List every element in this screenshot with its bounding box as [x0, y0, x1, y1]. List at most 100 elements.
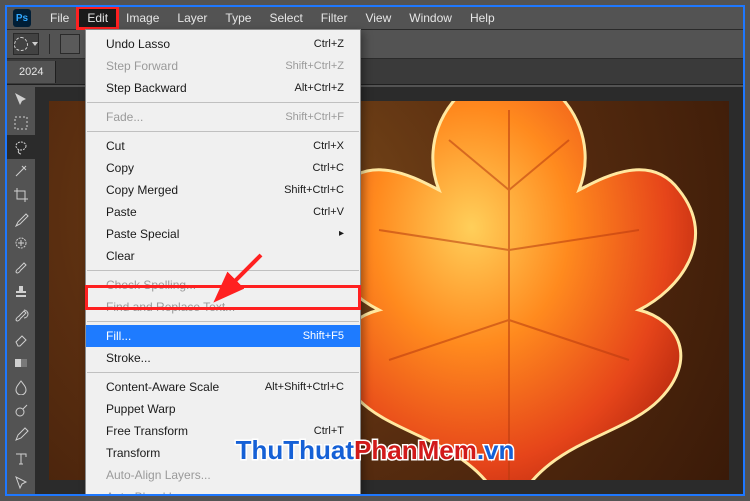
menu-item-shortcut: Shift+Ctrl+Z: [285, 58, 344, 74]
menu-separator: [87, 102, 359, 103]
menu-item-fill[interactable]: Fill...Shift+F5: [86, 325, 360, 347]
menu-file[interactable]: File: [41, 8, 78, 28]
menu-item-label: Content-Aware Scale: [106, 379, 219, 395]
menu-item-content-aware-scale[interactable]: Content-Aware Scale Alt+Shift+Ctrl+C: [86, 376, 360, 398]
document-tab[interactable]: 2024: [7, 61, 56, 83]
brush-icon: [13, 259, 29, 275]
menu-item-shortcut: Alt+Ctrl+Z: [294, 80, 344, 96]
menu-item-label: Clear: [106, 248, 135, 264]
menu-item-find-and-replace-text: Find and Replace Text...: [86, 296, 360, 318]
wand-icon: [13, 163, 29, 179]
menu-item-label: Undo Lasso: [106, 36, 170, 52]
tool-crop[interactable]: [7, 183, 35, 207]
menu-separator: [87, 372, 359, 373]
menu-item-label: Auto-Align Layers...: [106, 467, 211, 483]
lasso-icon: [13, 139, 29, 155]
tool-type[interactable]: [7, 447, 35, 471]
tool-gradient[interactable]: [7, 351, 35, 375]
tool-lasso[interactable]: [7, 135, 35, 159]
menu-item-cut[interactable]: Cut Ctrl+X: [86, 135, 360, 157]
tool-marquee[interactable]: [7, 111, 35, 135]
eraser-icon: [13, 331, 29, 347]
menu-item-shortcut: Ctrl+X: [313, 138, 344, 154]
menu-filter[interactable]: Filter: [312, 8, 357, 28]
menu-help[interactable]: Help: [461, 8, 504, 28]
eyedropper-icon: [13, 211, 29, 227]
menu-item-label: Find and Replace Text...: [106, 299, 235, 315]
tool-eyedropper[interactable]: [7, 207, 35, 231]
move-icon: [13, 91, 29, 107]
tool-dodge[interactable]: [7, 399, 35, 423]
tools-panel: [7, 87, 35, 496]
type-icon: [13, 451, 29, 467]
menu-item-shortcut: Ctrl+V: [313, 204, 344, 220]
tool-stamp[interactable]: [7, 279, 35, 303]
selection-mode-new[interactable]: [60, 34, 80, 54]
tool-wand[interactable]: [7, 159, 35, 183]
menu-item-shortcut: Ctrl+C: [313, 160, 344, 176]
stamp-icon: [13, 283, 29, 299]
healing-icon: [13, 235, 29, 251]
menu-item-label: Step Forward: [106, 58, 178, 74]
marquee-icon: [13, 115, 29, 131]
lasso-icon: [14, 37, 28, 51]
menu-item-undo-lasso[interactable]: Undo Lasso Ctrl+Z: [86, 33, 360, 55]
tool-pen[interactable]: [7, 423, 35, 447]
blur-icon: [13, 379, 29, 395]
menu-item-label: Free Transform: [106, 423, 188, 439]
tool-rectangle[interactable]: [7, 495, 35, 496]
menu-item-paste[interactable]: Paste Ctrl+V: [86, 201, 360, 223]
history-brush-icon: [13, 307, 29, 323]
tool-move[interactable]: [7, 87, 35, 111]
menu-item-copy-merged[interactable]: Copy MergedShift+Ctrl+C: [86, 179, 360, 201]
menu-item-label: Puppet Warp: [106, 401, 176, 417]
menu-item-label: Copy: [106, 160, 134, 176]
watermark: ThuThuatPhanMem.vn ThuThuatPhanMem.vn: [236, 435, 515, 466]
gradient-icon: [13, 355, 29, 371]
menu-item-label: Paste: [106, 204, 137, 220]
menu-item-label: Fade...: [106, 109, 143, 125]
menu-image[interactable]: Image: [117, 8, 168, 28]
menu-item-label: Auto-Blend Layers...: [106, 489, 215, 496]
crop-icon: [13, 187, 29, 203]
menu-item-label: Cut: [106, 138, 125, 154]
menu-window[interactable]: Window: [400, 8, 461, 28]
menu-view[interactable]: View: [356, 8, 400, 28]
menu-item-step-forward: Step Forward Shift+Ctrl+Z: [86, 55, 360, 77]
tool-preset-picker[interactable]: [13, 33, 39, 55]
menu-bar: Ps FileEditImageLayerTypeSelectFilterVie…: [7, 7, 743, 29]
menu-edit[interactable]: Edit: [78, 8, 117, 28]
menu-item-shortcut: Shift+Ctrl+F: [285, 109, 344, 125]
menu-type[interactable]: Type: [216, 8, 260, 28]
menu-item-puppet-warp[interactable]: Puppet Warp: [86, 398, 360, 420]
tool-path-select[interactable]: [7, 471, 35, 495]
menu-layer[interactable]: Layer: [168, 8, 216, 28]
menu-item-stroke[interactable]: Stroke...: [86, 347, 360, 369]
menu-item-auto-align-layers: Auto-Align Layers...: [86, 464, 360, 486]
edit-menu-dropdown: Undo Lasso Ctrl+Z Step Forward Shift+Ctrl+Z…: [85, 29, 361, 496]
menu-item-shortcut: Alt+Shift+Ctrl+C: [265, 379, 344, 395]
menu-item-label: Transform: [106, 445, 160, 461]
menu-separator: [87, 321, 359, 322]
menu-item-shortcut: Shift+Ctrl+C: [284, 182, 344, 198]
dodge-icon: [13, 403, 29, 419]
tool-blur[interactable]: [7, 375, 35, 399]
menu-separator: [87, 270, 359, 271]
menu-select[interactable]: Select: [260, 8, 311, 28]
menu-item-fade: Fade... Shift+Ctrl+F: [86, 106, 360, 128]
menu-item-paste-special[interactable]: Paste Special: [86, 223, 360, 245]
menu-item-label: Step Backward: [106, 80, 187, 96]
path-select-icon: [13, 475, 29, 491]
menu-item-clear[interactable]: Clear: [86, 245, 360, 267]
tool-eraser[interactable]: [7, 327, 35, 351]
tool-history-brush[interactable]: [7, 303, 35, 327]
menu-item-shortcut: Ctrl+Z: [314, 36, 344, 52]
tool-brush[interactable]: [7, 255, 35, 279]
menu-separator: [87, 131, 359, 132]
menu-item-copy[interactable]: Copy Ctrl+C: [86, 157, 360, 179]
menu-item-step-backward[interactable]: Step Backward Alt+Ctrl+Z: [86, 77, 360, 99]
menu-item-check-spelling: Check Spelling...: [86, 274, 360, 296]
menu-item-label: Fill...: [106, 328, 131, 344]
tool-healing[interactable]: [7, 231, 35, 255]
app-logo: Ps: [13, 9, 31, 27]
